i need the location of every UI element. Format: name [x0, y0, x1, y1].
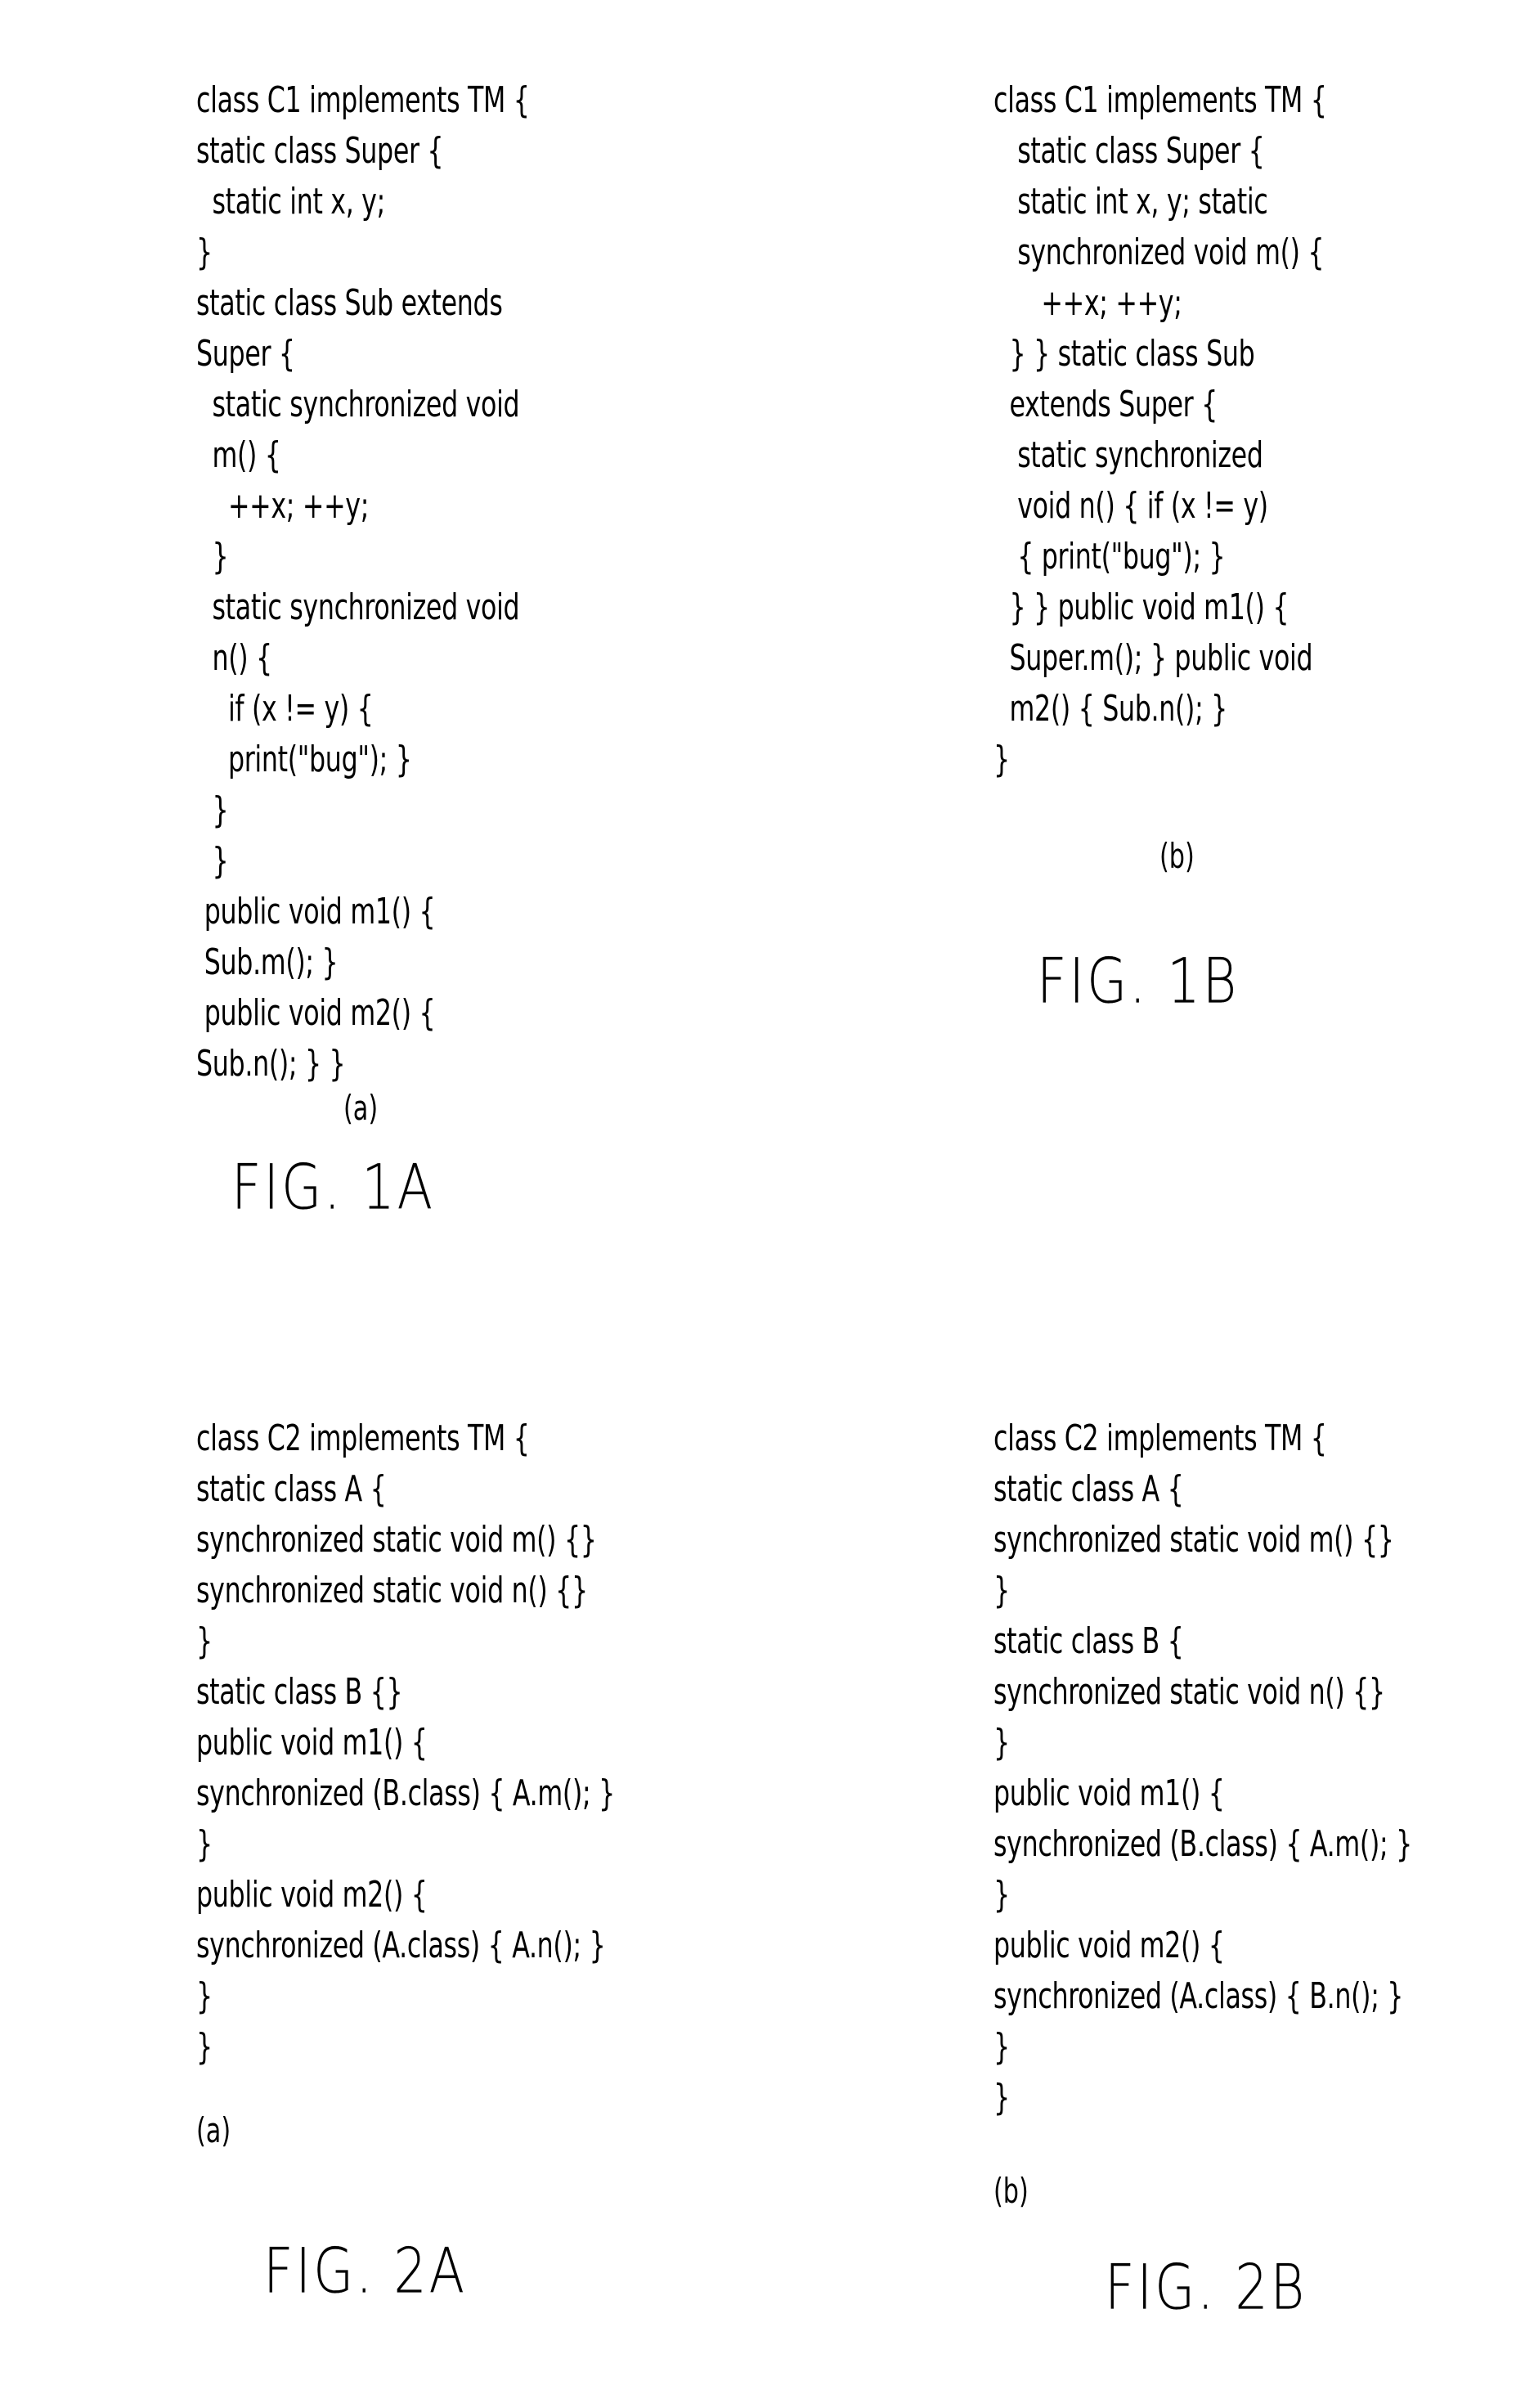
code-line: Super.m(); } public void: [993, 637, 1313, 679]
code-line: static class A {: [993, 1468, 1184, 1510]
code-line: class C2 implements TM {: [993, 1417, 1327, 1459]
code-line: static class Super {: [993, 130, 1265, 172]
code-line: Sub.n(); } }: [196, 1043, 346, 1085]
code-line: if (x != y) {: [196, 688, 374, 730]
code-line: class C1 implements TM {: [196, 79, 530, 121]
code-line: }: [196, 536, 229, 577]
code-line: }: [993, 2077, 1010, 2118]
code-line: print("bug"); }: [196, 739, 412, 780]
code-line: m2() { Sub.n(); }: [993, 688, 1228, 730]
code-line: extends Super {: [993, 384, 1218, 425]
code-line: public void m2() {: [196, 1874, 428, 1916]
code-line: synchronized static void n() {}: [993, 1671, 1385, 1713]
code-line: synchronized static void m() {}: [993, 1519, 1394, 1561]
patent-figure-sheet: class C1 implements TM { static class Sup…: [0, 0, 1516, 2408]
code-line: void n() { if (x != y): [993, 485, 1268, 527]
code-line: static class Sub extends: [196, 282, 503, 324]
fig2a-title: FIG. 2A: [263, 2235, 467, 2308]
code-line: }: [196, 789, 229, 831]
fig1b-code-block: class C1 implements TM { static class Su…: [993, 75, 1327, 785]
code-line: }: [196, 231, 213, 273]
code-line: }: [993, 739, 1010, 780]
code-line: static synchronized void: [196, 586, 520, 628]
code-line: class C1 implements TM {: [993, 79, 1327, 121]
fig1b-title: FIG. 1B: [1037, 946, 1240, 1018]
code-line: synchronized (B.class) { A.m(); }: [196, 1772, 615, 1814]
code-line: synchronized (A.class) { B.n(); }: [993, 1975, 1404, 2017]
fig2a-sublabel: (a): [196, 2110, 231, 2150]
fig2a-code-block: class C2 implements TM { static class A {…: [196, 1413, 615, 2073]
code-line: }: [196, 1975, 213, 2017]
code-line: synchronized static void m() {}: [196, 1519, 597, 1561]
code-line: public void m2() {: [196, 992, 436, 1034]
code-line: static class A {: [196, 1468, 387, 1510]
code-line: }: [196, 2026, 213, 2068]
code-line: Super {: [196, 333, 295, 375]
code-line: } } static class Sub: [993, 333, 1255, 375]
code-line: }: [196, 1823, 213, 1865]
code-line: }: [993, 2026, 1010, 2068]
code-line: n() {: [196, 637, 272, 679]
code-line: ++x; ++y;: [993, 282, 1182, 324]
code-line: public void m1() {: [993, 1772, 1225, 1814]
code-line: m() {: [196, 434, 281, 476]
code-line: static class B {}: [196, 1671, 403, 1713]
code-line: }: [196, 840, 229, 882]
code-line: }: [196, 1620, 213, 1662]
fig1a-sublabel: (a): [343, 1088, 379, 1128]
code-line: Sub.m(); }: [196, 941, 339, 983]
code-line: static class B {: [993, 1620, 1184, 1662]
code-line: ++x; ++y;: [196, 485, 370, 527]
fig1b-sublabel: (b): [1159, 836, 1195, 876]
code-line: synchronized static void n() {}: [196, 1570, 588, 1611]
code-line: { print("bug"); }: [993, 536, 1226, 577]
fig2b-title: FIG. 2B: [1105, 2252, 1307, 2325]
fig1a-code-block: class C1 implements TM { static class Sup…: [196, 75, 530, 1089]
fig1a-title: FIG. 1A: [231, 1152, 435, 1224]
code-line: static int x, y; static: [993, 181, 1268, 222]
code-line: static int x, y;: [196, 181, 385, 222]
code-line: synchronized void m() {: [993, 231, 1325, 273]
fig2b-sublabel: (b): [993, 2171, 1029, 2211]
code-line: }: [993, 1874, 1010, 1916]
code-line: static class Super {: [196, 130, 444, 172]
code-line: }: [993, 1722, 1010, 1763]
fig2b-code-block: class C2 implements TM { static class A {…: [993, 1413, 1412, 2123]
code-line: static synchronized void: [196, 384, 520, 425]
code-line: public void m1() {: [196, 891, 436, 932]
code-line: synchronized (B.class) { A.m(); }: [993, 1823, 1412, 1865]
code-line: public void m2() {: [993, 1925, 1225, 1966]
code-line: }: [993, 1570, 1010, 1611]
code-line: } } public void m1() {: [993, 586, 1289, 628]
code-line: static synchronized: [993, 434, 1263, 476]
code-line: public void m1() {: [196, 1722, 428, 1763]
code-line: class C2 implements TM {: [196, 1417, 530, 1459]
code-line: synchronized (A.class) { A.n(); }: [196, 1925, 606, 1966]
